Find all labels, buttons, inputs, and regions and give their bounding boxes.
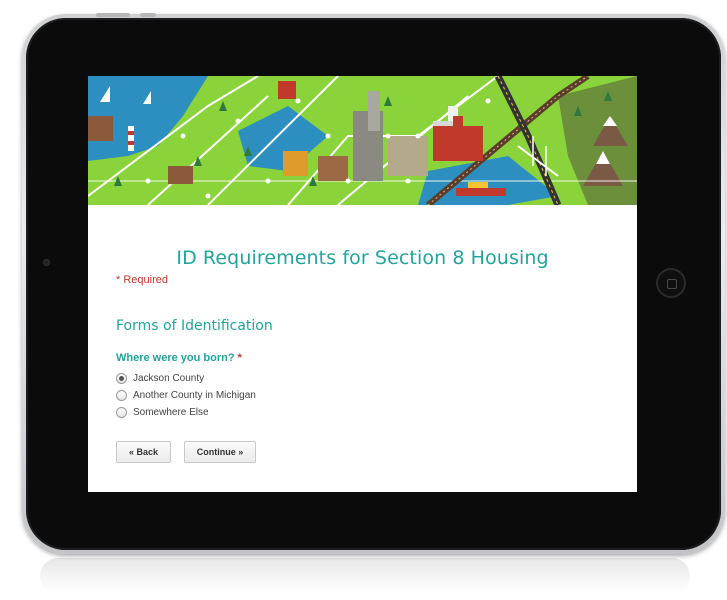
section-title: Forms of Identification bbox=[116, 318, 273, 334]
home-button[interactable] bbox=[656, 268, 686, 298]
required-note: * Required bbox=[116, 274, 168, 286]
radio-option-label: Somewhere Else bbox=[133, 407, 209, 418]
radio-option-another-county[interactable]: Another County in Michigan bbox=[116, 387, 256, 404]
camera-icon bbox=[44, 260, 49, 265]
device-reflection bbox=[40, 558, 690, 594]
required-star: * bbox=[237, 352, 242, 364]
radio-button[interactable] bbox=[116, 407, 127, 418]
volume-button bbox=[96, 13, 130, 17]
radio-button-selected[interactable] bbox=[116, 373, 127, 384]
question-text: Where were you born? bbox=[116, 352, 235, 364]
volume-button-small bbox=[140, 13, 156, 17]
radio-group-birthplace: Jackson County Another County in Michiga… bbox=[116, 370, 256, 421]
city-map-banner bbox=[88, 76, 637, 205]
radio-button[interactable] bbox=[116, 390, 127, 401]
radio-option-label: Jackson County bbox=[133, 373, 205, 384]
continue-button[interactable]: Continue » bbox=[184, 441, 256, 463]
radio-option-somewhere-else[interactable]: Somewhere Else bbox=[116, 404, 256, 421]
back-button[interactable]: « Back bbox=[116, 441, 171, 463]
radio-option-jackson-county[interactable]: Jackson County bbox=[116, 370, 256, 387]
form-title: ID Requirements for Section 8 Housing bbox=[176, 247, 549, 269]
question-label: Where were you born? * bbox=[116, 352, 242, 364]
radio-option-label: Another County in Michigan bbox=[133, 390, 256, 401]
screen: ID Requirements for Section 8 Housing * … bbox=[88, 76, 637, 492]
